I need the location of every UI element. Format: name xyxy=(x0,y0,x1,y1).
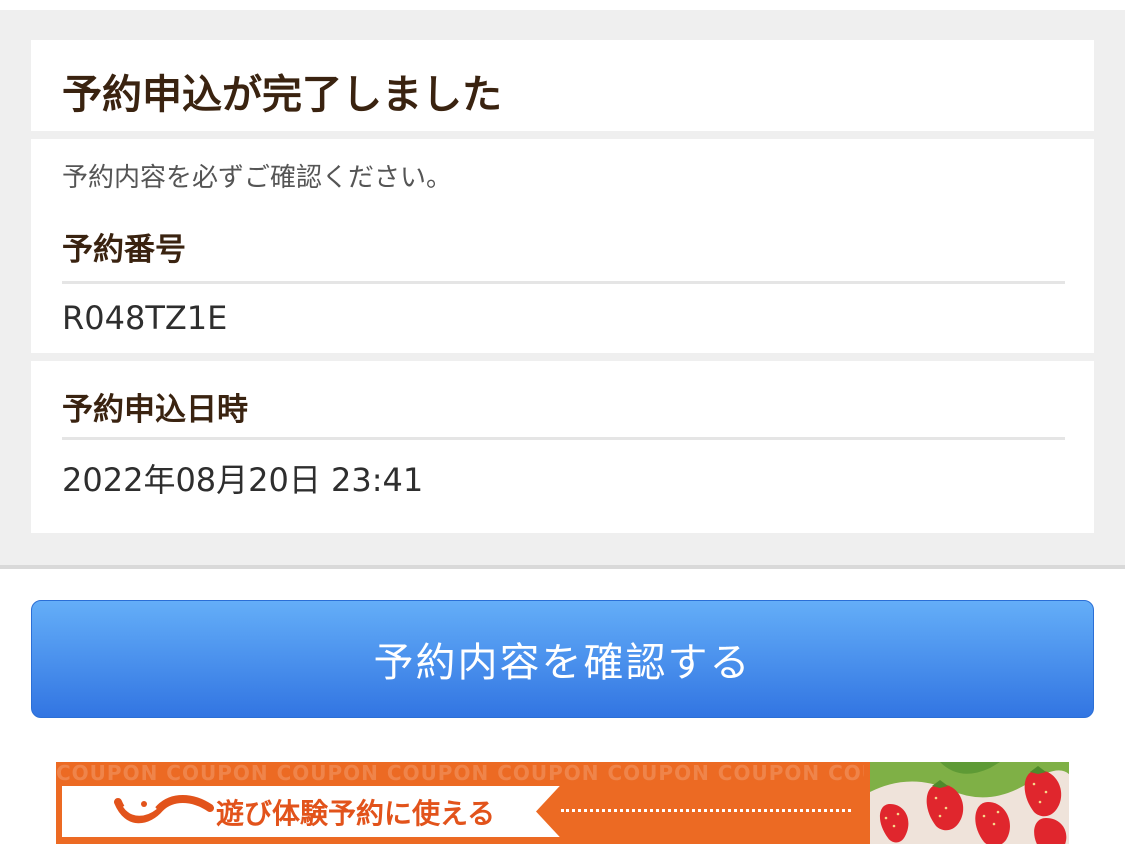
section-bottom-border xyxy=(0,565,1125,569)
reservation-complete-page: 予約申込が完了しました 予約内容を必ずご確認ください。 予約番号 R048TZ1… xyxy=(0,0,1125,844)
confirmation-notice: 予約内容を必ずご確認ください。 xyxy=(62,163,453,193)
application-datetime-card: 予約申込日時 2022年08月20日 23:41 xyxy=(31,361,1094,533)
banner-dotted-line xyxy=(561,809,851,812)
title-card: 予約申込が完了しました xyxy=(31,40,1094,131)
jalan-wave-logo-icon xyxy=(114,795,214,824)
banner-text: 遊び体験予約に使える xyxy=(216,797,496,830)
confirm-reservation-button[interactable]: 予約内容を確認する xyxy=(31,600,1094,718)
coupon-banner[interactable]: COUPON COUPON COUPON COUPON COUPON COUPO… xyxy=(56,762,1069,844)
divider xyxy=(62,437,1065,440)
page-title: 予約申込が完了しました xyxy=(62,72,502,118)
strawberries-photo-icon xyxy=(864,762,1069,844)
application-datetime-label: 予約申込日時 xyxy=(62,392,248,428)
reservation-number-value: R048TZ1E xyxy=(62,299,228,337)
reservation-number-card: 予約内容を必ずご確認ください。 予約番号 R048TZ1E xyxy=(31,139,1094,353)
divider xyxy=(62,281,1065,284)
reservation-number-label: 予約番号 xyxy=(62,232,186,268)
application-datetime-value: 2022年08月20日 23:41 xyxy=(62,461,424,499)
